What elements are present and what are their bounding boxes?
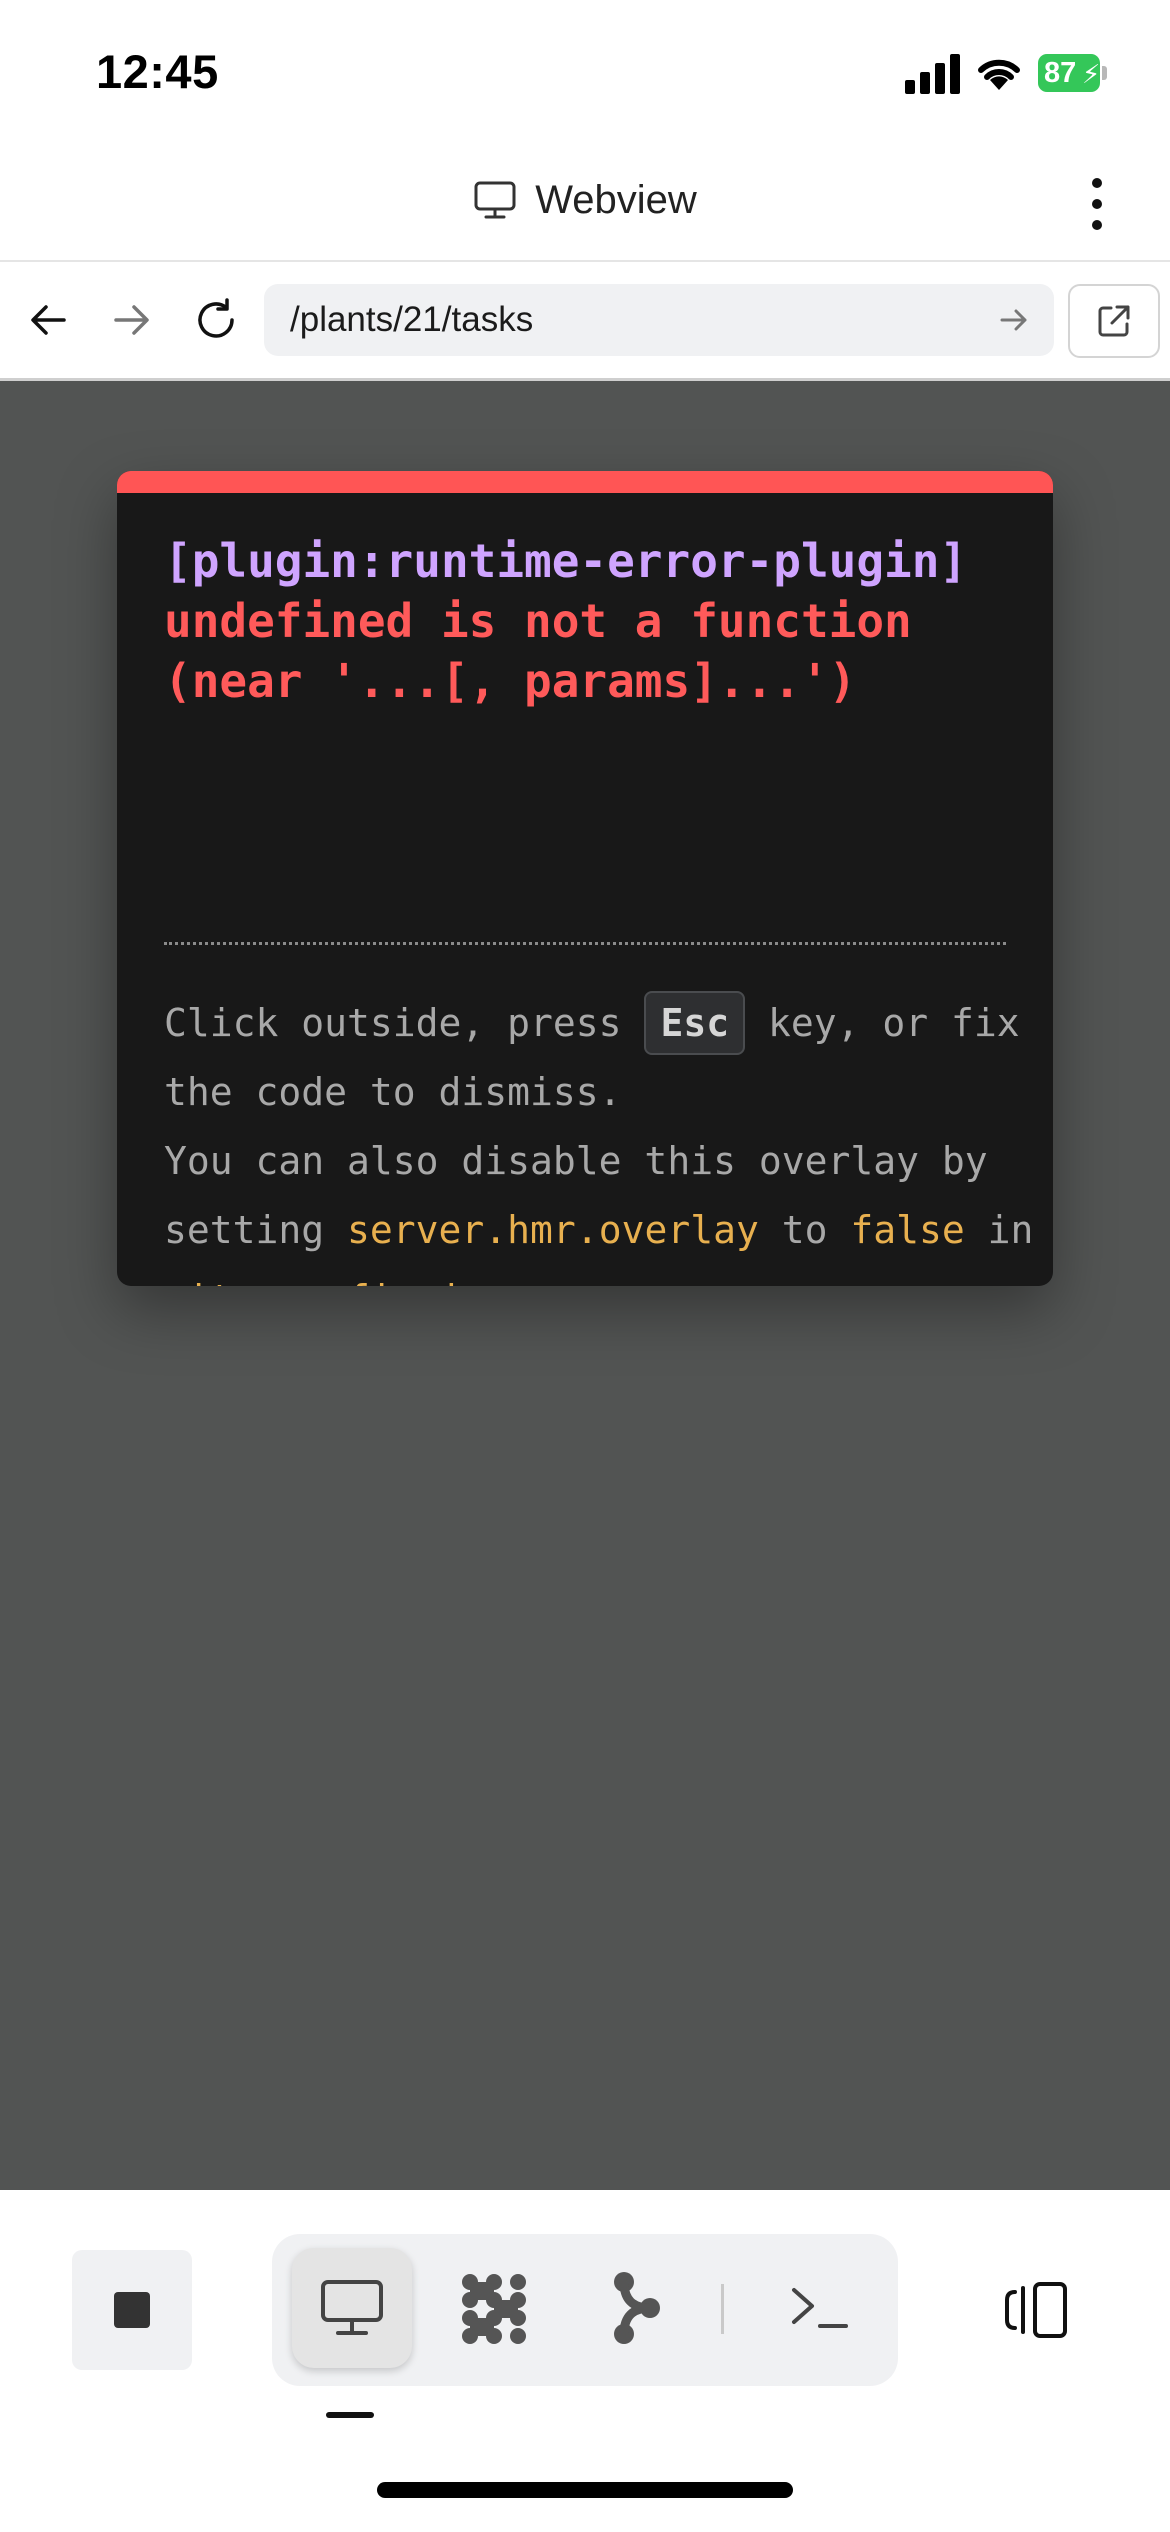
- error-overlay[interactable]: [plugin:runtime-error-plugin] undefined …: [117, 471, 1053, 1286]
- url-text: /plants/21/tasks: [290, 300, 534, 339]
- stop-button[interactable]: [72, 2250, 192, 2370]
- tool-switcher: [272, 2234, 898, 2386]
- more-options-icon[interactable]: [1080, 174, 1116, 234]
- battery-percent: 87: [1044, 57, 1077, 89]
- tip-text: to: [758, 1208, 851, 1252]
- browser-navbar: /plants/21/tasks: [0, 262, 1170, 381]
- back-button[interactable]: [18, 290, 78, 350]
- page-title: Webview: [535, 177, 697, 222]
- status-bar: 12:45 87 ⚡: [0, 0, 1170, 140]
- split-layout-icon: [1005, 2282, 1067, 2338]
- wifi-icon: [978, 59, 1020, 90]
- tool-branch[interactable]: [576, 2248, 696, 2368]
- branch-icon: [614, 2272, 660, 2344]
- monitor-icon: [321, 2280, 383, 2335]
- overlay-divider: [164, 942, 1006, 945]
- charging-bolt-icon: ⚡: [1082, 59, 1101, 89]
- tip-text: Click outside, press: [164, 1001, 645, 1045]
- go-arrow-icon[interactable]: [996, 302, 1032, 338]
- active-tool-indicator: [326, 2412, 374, 2418]
- url-input[interactable]: /plants/21/tasks: [264, 284, 1054, 356]
- arrow-left-icon: [31, 305, 66, 335]
- tool-webview[interactable]: [292, 2248, 412, 2368]
- stop-icon: [114, 2292, 150, 2328]
- error-text: undefined is not a function (near '...[,…: [164, 594, 912, 708]
- webview-content[interactable]: [plugin:runtime-error-plugin] undefined …: [0, 381, 1170, 2190]
- tool-terminal[interactable]: [760, 2248, 880, 2368]
- error-accent-bar: [117, 471, 1053, 493]
- cellular-signal-icon: [905, 54, 961, 94]
- forward-button[interactable]: [102, 290, 162, 350]
- home-indicator[interactable]: [377, 2482, 793, 2498]
- overlay-tip: Click outside, press Esc key, or fix the…: [164, 989, 1034, 1286]
- reload-icon: [198, 298, 234, 338]
- external-link-icon: [1098, 305, 1130, 337]
- tip-code: false: [850, 1208, 965, 1252]
- grid-dots-icon: [462, 2274, 526, 2344]
- tip-code: vite.config.js: [164, 1277, 484, 1286]
- layout-toggle-button[interactable]: [996, 2250, 1076, 2370]
- error-message: [plugin:runtime-error-plugin] undefined …: [164, 531, 1024, 711]
- app-header: Webview: [0, 140, 1170, 262]
- tool-grid[interactable]: [434, 2248, 554, 2368]
- monitor-icon: [474, 181, 516, 219]
- reload-button[interactable]: [186, 290, 246, 350]
- esc-key: Esc: [644, 991, 746, 1055]
- battery-icon: 87 ⚡: [1038, 54, 1108, 92]
- tip-text: in: [964, 1208, 1034, 1252]
- terminal-icon: [792, 2288, 848, 2328]
- bottom-toolbar: [0, 2190, 1170, 2532]
- error-plugin-name: [plugin:runtime-error-plugin]: [164, 534, 968, 588]
- status-time: 12:45: [96, 45, 219, 98]
- open-external-button[interactable]: [1068, 284, 1160, 358]
- tip-text: .: [484, 1277, 507, 1286]
- tool-separator: [721, 2284, 724, 2334]
- tip-code: server.hmr.overlay: [347, 1208, 759, 1252]
- arrow-right-icon: [114, 305, 149, 335]
